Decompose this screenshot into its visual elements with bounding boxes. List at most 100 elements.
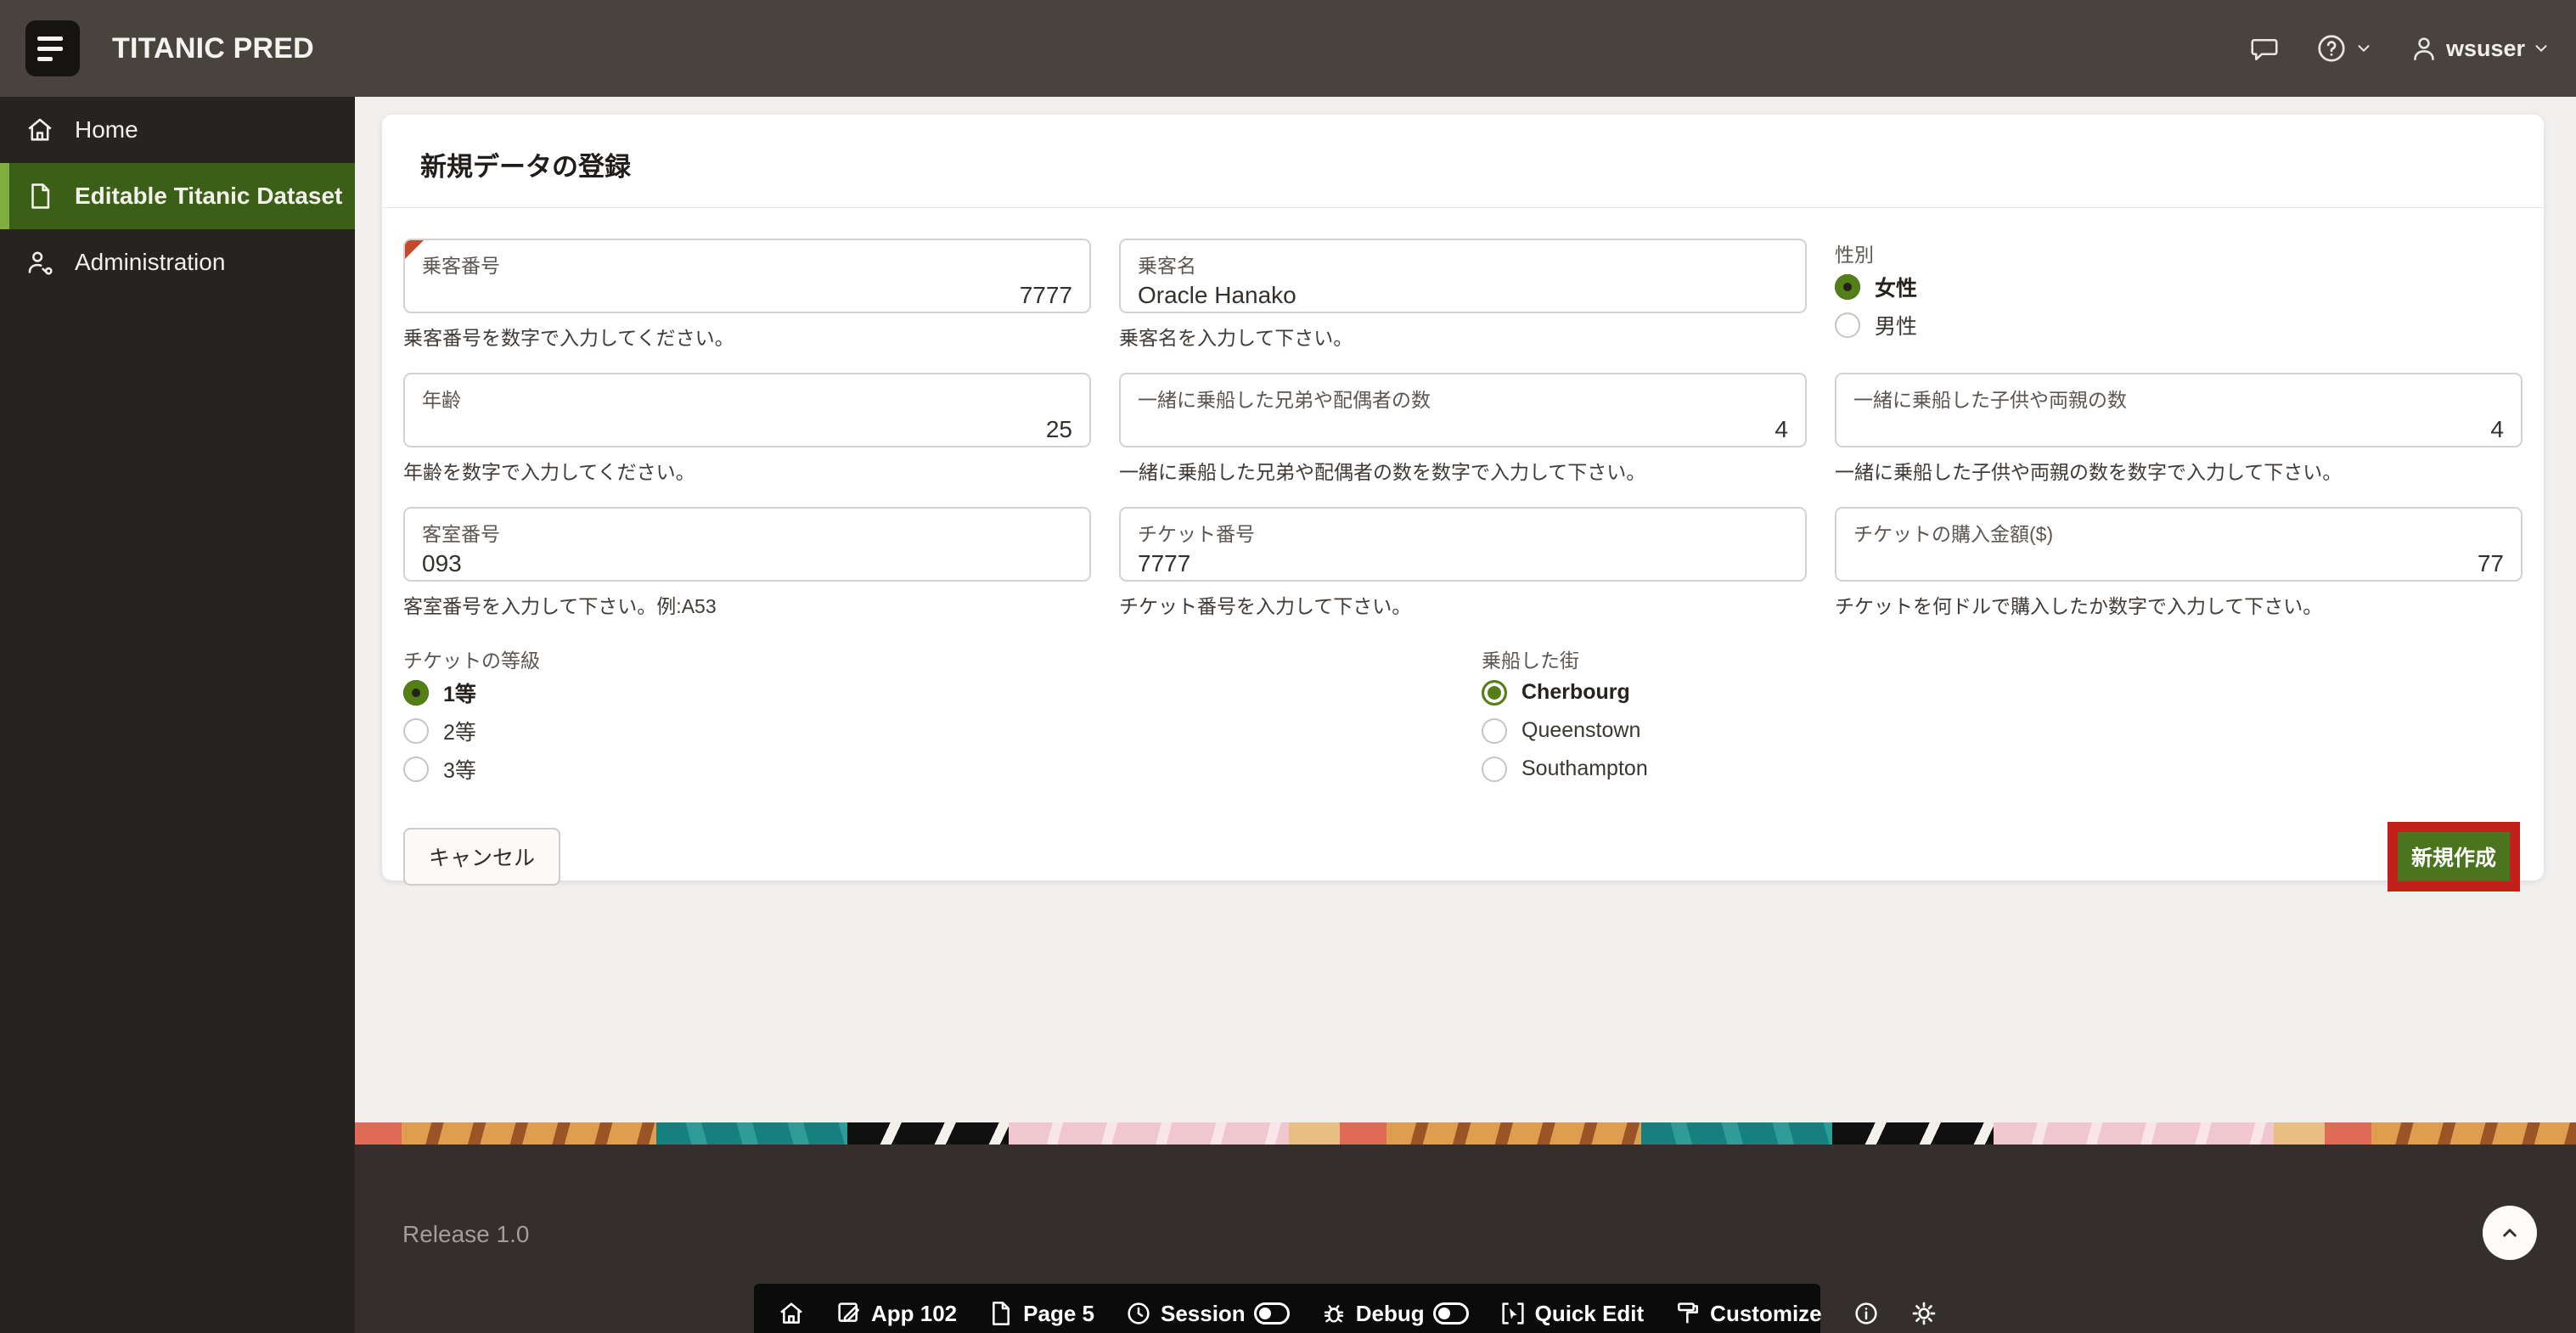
form-region-card: 新規データの登録 乗客番号 7777 乗客番号を数字で入力してください。 乗客名… <box>382 115 2544 880</box>
clock-icon <box>1125 1300 1152 1327</box>
radio-option-third-class[interactable]: 3等 <box>403 750 1482 788</box>
dev-home-icon <box>778 1300 805 1327</box>
field-age: 年齢 25 年齢を数字で入力してください。 <box>403 373 1091 485</box>
username: wsuser <box>2446 36 2525 62</box>
field-help-text: チケット番号を入力して下さい。 <box>1119 590 1807 619</box>
radio-option-second-class[interactable]: 2等 <box>403 711 1482 750</box>
edit-icon <box>835 1300 863 1327</box>
field-passenger-name: 乗客名 Oracle Hanako 乗客名を入力して下さい。 <box>1119 239 1807 351</box>
dev-home-button[interactable] <box>778 1300 805 1327</box>
field-help-text: 乗客番号を数字で入力してください。 <box>403 322 1091 351</box>
sidebar-item-label: Home <box>75 116 138 143</box>
siblings-spouses-input[interactable]: 一緒に乗船した兄弟や配偶者の数 4 <box>1119 373 1807 447</box>
help-menu-button[interactable] <box>2315 32 2373 65</box>
field-help-text: 一緒に乗船した兄弟や配偶者の数を数字で入力して下さい。 <box>1119 456 1807 485</box>
page-icon <box>987 1300 1015 1327</box>
field-help-text: 乗客名を入力して下さい。 <box>1119 322 1807 351</box>
dev-page-button[interactable]: Page 5 <box>987 1300 1094 1327</box>
radio-option-first-class[interactable]: 1等 <box>403 673 1482 711</box>
radio-unselected-icon[interactable] <box>1835 312 1860 338</box>
chevron-up-icon <box>2497 1220 2523 1246</box>
decorative-banner <box>355 1122 2576 1145</box>
bug-icon <box>1320 1300 1347 1327</box>
chat-icon <box>2249 33 2280 64</box>
sidebar: Home Editable Titanic Dataset Administra… <box>0 97 355 1333</box>
dev-session-button[interactable]: Session <box>1125 1300 1290 1327</box>
field-help-text: 一緒に乗船した子供や両親の数を数字で入力して下さい。 <box>1835 456 2523 485</box>
dev-customize-button[interactable]: Customize <box>1674 1300 1821 1327</box>
radio-option-cherbourg[interactable]: Cherbourg <box>1482 673 2560 711</box>
required-marker <box>405 240 424 259</box>
gear-icon <box>1910 1300 1938 1327</box>
feedback-button[interactable] <box>2249 33 2280 64</box>
sidebar-item-home[interactable]: Home <box>0 97 355 163</box>
user-menu-button[interactable]: wsuser <box>2409 33 2551 64</box>
document-icon <box>25 182 54 211</box>
field-ticket-fare: チケットの購入金額($) 77 チケットを何ドルで購入したか数字で入力して下さい… <box>1835 507 2523 619</box>
admin-icon <box>25 248 54 277</box>
paint-roller-icon <box>1674 1300 1701 1327</box>
app-header: TITANIC PRED wsuser <box>0 0 2576 97</box>
field-help-text: 客室番号を入力して下さい。例:A53 <box>403 590 1091 619</box>
scroll-to-top-button[interactable] <box>2483 1206 2537 1260</box>
session-toggle[interactable] <box>1254 1302 1290 1325</box>
quick-edit-icon <box>1499 1300 1527 1327</box>
field-help-text: 年齢を数字で入力してください。 <box>403 456 1091 485</box>
help-icon <box>2315 32 2348 65</box>
field-ticket-number: チケット番号 7777 チケット番号を入力して下さい。 <box>1119 507 1807 619</box>
field-passenger-number: 乗客番号 7777 乗客番号を数字で入力してください。 <box>403 239 1091 351</box>
ticket-fare-input[interactable]: チケットの購入金額($) 77 <box>1835 507 2523 582</box>
radio-option-male[interactable]: 男性 <box>1835 306 2523 344</box>
dev-info-button[interactable] <box>1853 1300 1880 1327</box>
release-label: Release 1.0 <box>402 1221 529 1248</box>
radio-option-queenstown[interactable]: Queenstown <box>1482 711 2560 750</box>
form: 乗客番号 7777 乗客番号を数字で入力してください。 乗客名 Oracle H… <box>382 208 2544 891</box>
parents-children-input[interactable]: 一緒に乗船した子供や両親の数 4 <box>1835 373 2523 447</box>
sidebar-item-label: Administration <box>75 249 225 276</box>
nav-toggle-button[interactable] <box>25 20 80 76</box>
dev-settings-button[interactable] <box>1910 1300 1938 1327</box>
create-button[interactable]: 新規作成 <box>2398 832 2510 881</box>
radio-group-embarked: 乗船した街 Cherbourg Queenstown Southampton <box>1482 644 2560 788</box>
age-input[interactable]: 年齢 25 <box>403 373 1091 447</box>
passenger-number-input[interactable]: 乗客番号 7777 <box>403 239 1091 313</box>
sidebar-item-administration[interactable]: Administration <box>0 229 355 295</box>
radio-selected-icon[interactable] <box>1482 680 1507 706</box>
radio-unselected-icon[interactable] <box>403 718 429 744</box>
sidebar-item-editable-titanic-dataset[interactable]: Editable Titanic Dataset <box>0 163 355 229</box>
button-bar: キャンセル 新規作成 <box>403 822 2523 891</box>
person-icon <box>2409 33 2439 64</box>
radio-unselected-icon[interactable] <box>403 756 429 782</box>
passenger-name-input[interactable]: 乗客名 Oracle Hanako <box>1119 239 1807 313</box>
field-siblings-spouses: 一緒に乗船した兄弟や配偶者の数 4 一緒に乗船した兄弟や配偶者の数を数字で入力し… <box>1119 373 1807 485</box>
radio-option-female[interactable]: 女性 <box>1835 267 2523 306</box>
field-cabin-number: 客室番号 093 客室番号を入力して下さい。例:A53 <box>403 507 1091 619</box>
radio-option-southampton[interactable]: Southampton <box>1482 750 2560 788</box>
chevron-down-icon <box>2354 39 2373 58</box>
app-title: TITANIC PRED <box>112 32 314 65</box>
radio-selected-icon[interactable] <box>1835 274 1860 300</box>
radio-unselected-icon[interactable] <box>1482 756 1507 782</box>
radio-unselected-icon[interactable] <box>1482 718 1507 744</box>
ticket-number-input[interactable]: チケット番号 7777 <box>1119 507 1807 582</box>
chevron-down-icon <box>2532 39 2551 58</box>
cancel-button[interactable]: キャンセル <box>403 828 560 886</box>
menu-icon <box>37 37 63 41</box>
field-parents-children: 一緒に乗船した子供や両親の数 4 一緒に乗船した子供や両親の数を数字で入力して下… <box>1835 373 2523 485</box>
info-icon <box>1853 1300 1880 1327</box>
header-actions: wsuser <box>2249 32 2551 65</box>
create-button-highlight: 新規作成 <box>2388 822 2520 891</box>
home-icon <box>25 115 54 144</box>
cabin-number-input[interactable]: 客室番号 093 <box>403 507 1091 582</box>
radio-selected-icon[interactable] <box>403 680 429 706</box>
page-title: 新規データの登録 <box>382 115 2544 208</box>
dev-app-button[interactable]: App 102 <box>835 1300 957 1327</box>
field-help-text: チケットを何ドルで購入したか数字で入力して下さい。 <box>1835 590 2523 619</box>
dev-debug-button[interactable]: Debug <box>1320 1300 1469 1327</box>
debug-toggle[interactable] <box>1433 1302 1469 1325</box>
radio-group-gender: 性別 女性 男性 <box>1835 239 2523 351</box>
dev-quick-edit-button[interactable]: Quick Edit <box>1499 1300 1645 1327</box>
developer-toolbar: App 102 Page 5 Session Debug Quick Edit … <box>754 1284 1820 1333</box>
sidebar-item-label: Editable Titanic Dataset <box>75 183 342 210</box>
radio-group-ticket-class: チケットの等級 1等 2等 3等 <box>403 644 1482 788</box>
